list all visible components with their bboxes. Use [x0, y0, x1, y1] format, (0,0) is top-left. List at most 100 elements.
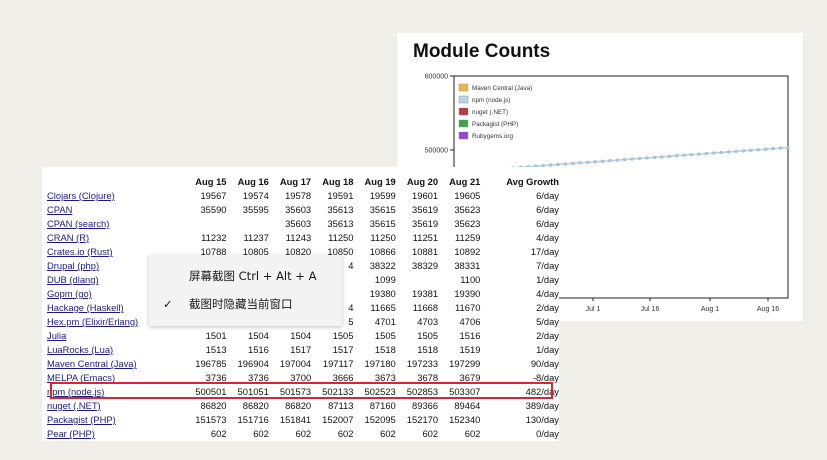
- registry-link[interactable]: DUB (dlang): [47, 274, 99, 285]
- count-cell: 602: [210, 428, 227, 439]
- registry-link[interactable]: Maven Central (Java): [47, 358, 137, 369]
- count-cell: 19601: [412, 190, 439, 201]
- count-cell: 503307: [449, 386, 481, 397]
- avg-growth-cell: -8/day: [532, 372, 559, 383]
- menu-item-hide-window[interactable]: ✓ 截图时隐藏当前窗口: [149, 291, 342, 317]
- series-point: [719, 150, 723, 155]
- count-cell: 11665: [370, 302, 396, 313]
- x-tick-label: Jul 1: [586, 306, 601, 313]
- avg-growth-cell: 90/day: [530, 358, 559, 369]
- avg-growth-cell: 6/day: [536, 204, 559, 215]
- count-cell: 502133: [322, 386, 354, 397]
- count-cell: 35615: [369, 218, 396, 229]
- chart-title: Module Counts: [413, 41, 551, 62]
- registry-name-cell: CPAN: [47, 203, 184, 217]
- x-tick-label: Jul 16: [641, 306, 660, 313]
- count-cell: 4706: [459, 316, 481, 327]
- count-cell: 1517: [332, 344, 354, 355]
- count-cell: 4701: [374, 316, 396, 327]
- registry-link[interactable]: nuget (.NET): [47, 400, 101, 411]
- count-cell: 19591: [327, 190, 354, 201]
- series-point: [749, 148, 753, 152]
- count-cell: 152340: [449, 414, 481, 425]
- registry-link[interactable]: CRAN (R): [47, 232, 89, 243]
- count-cell: 1518: [417, 344, 439, 355]
- avg-growth-cell: 17/day: [530, 246, 559, 257]
- count-cell: 86820: [200, 400, 227, 411]
- count-cell: 602: [253, 428, 269, 439]
- series-point: [697, 152, 701, 156]
- header-aug-20: Aug 20: [406, 176, 439, 187]
- registry-link[interactable]: CPAN: [47, 204, 72, 215]
- registry-name-cell: Julia: [47, 329, 184, 343]
- series-point: [689, 153, 694, 157]
- count-cell: 197233: [406, 358, 439, 369]
- count-cell: 152095: [364, 414, 396, 425]
- count-cell: 502523: [364, 386, 396, 397]
- table-header-row: Aug 15 Aug 16 Aug 17 Aug 18 Aug 19 Aug 20 Aug …: [47, 175, 559, 189]
- count-cell: 197004: [279, 358, 312, 369]
- count-cell: 1501: [205, 330, 227, 341]
- registry-link[interactable]: CPAN (search): [47, 218, 109, 229]
- count-cell: 1517: [290, 344, 312, 355]
- count-cell: 500501: [195, 386, 227, 397]
- registry-link[interactable]: Gopm (go): [47, 288, 92, 299]
- table-row: Pear (PHP) 602 602 602 602 602 602 602 0/day: [47, 427, 559, 441]
- table-row: Julia 1501 1504 1504 1505 1505 1505 1516 2/day: [47, 329, 559, 343]
- count-cell: 35613: [327, 218, 354, 229]
- registry-link[interactable]: Hackage (Haskell): [47, 302, 124, 313]
- table-row: MELPA (Emacs) 3736 3736 3700 3666 3673 3678 367…: [47, 371, 559, 385]
- header-name: [47, 175, 184, 189]
- avg-growth-cell: 130/day: [525, 414, 559, 425]
- count-cell: 10892: [454, 246, 481, 257]
- count-cell: 1513: [205, 344, 227, 355]
- registry-link[interactable]: LuaRocks (Lua): [47, 344, 113, 355]
- count-cell: 196904: [237, 358, 269, 369]
- header-aug-16: Aug 16: [237, 176, 269, 187]
- count-cell: 1516: [247, 344, 269, 355]
- table-row: Clojars (Clojure) 19567 19574 19578 19591 195…: [47, 189, 559, 203]
- count-cell: 602: [464, 428, 481, 439]
- count-cell: 1504: [247, 330, 269, 341]
- count-cell: 19390: [454, 288, 481, 299]
- count-cell: 19567: [200, 190, 227, 201]
- menu-item-screenshot[interactable]: 屏幕截图 Ctrl + Alt + A: [149, 263, 342, 289]
- registry-link[interactable]: Hex.pm (Elixir/Erlang): [47, 316, 138, 327]
- table-row: CPAN (search) 35603 35613 35615 35619 35623 6/…: [47, 217, 559, 231]
- series-point: [734, 149, 738, 153]
- count-cell: 11668: [412, 302, 439, 313]
- registry-link[interactable]: npm (node.js): [47, 386, 104, 397]
- legend-label: Rubygems.org: [472, 133, 513, 140]
- count-cell: 19578: [285, 190, 312, 201]
- registry-name-cell: npm (node.js): [47, 385, 184, 399]
- registry-link[interactable]: Pear (PHP): [47, 428, 95, 439]
- avg-growth-cell: 6/day: [536, 190, 559, 201]
- registry-link[interactable]: MELPA (Emacs): [47, 372, 115, 383]
- count-cell: 89366: [412, 400, 439, 411]
- count-cell: 11237: [243, 232, 269, 243]
- count-cell: 152170: [406, 414, 439, 425]
- registry-link[interactable]: Clojars (Clojure): [47, 190, 115, 201]
- registry-link[interactable]: Crates.io (Rust): [47, 246, 113, 257]
- avg-growth-cell: 4/day: [536, 232, 559, 243]
- count-cell: 197117: [322, 358, 354, 369]
- series-point: [727, 150, 731, 154]
- registry-link[interactable]: Drupal (php): [47, 260, 99, 271]
- count-cell: 35623: [454, 204, 481, 215]
- registry-link[interactable]: Packagist (PHP): [47, 414, 116, 425]
- menu-item-label: 截图时隐藏当前窗口: [189, 297, 293, 311]
- registry-name-cell: nuget (.NET): [47, 399, 184, 413]
- count-cell: 11243: [285, 232, 312, 243]
- y-tick-label: 500000: [425, 148, 448, 155]
- registry-link[interactable]: Julia: [47, 330, 66, 341]
- series-point: [615, 158, 619, 162]
- series-point: [675, 154, 679, 158]
- legend-label: Maven Central (Java): [472, 85, 532, 92]
- count-cell: 19381: [412, 288, 439, 299]
- series-point: [556, 162, 560, 167]
- avg-growth-cell: 482/day: [525, 386, 559, 397]
- count-cell: 38331: [454, 260, 481, 271]
- count-cell: 11259: [455, 232, 481, 243]
- series-point: [779, 146, 783, 150]
- count-cell: 602: [422, 428, 439, 439]
